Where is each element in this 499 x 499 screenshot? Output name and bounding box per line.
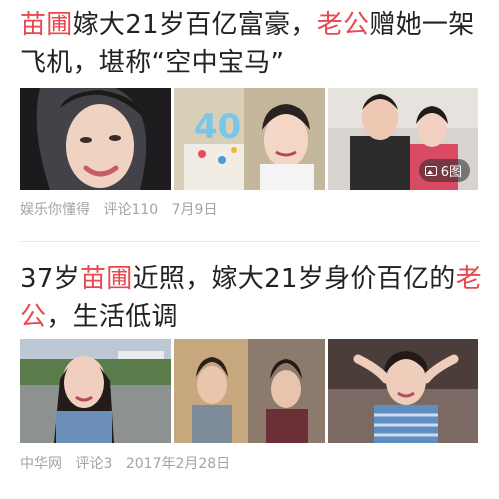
thumbnail-image[interactable] xyxy=(328,339,478,443)
title-part: 近照，嫁大21岁身价百亿的 xyxy=(132,264,456,294)
thumbnail-image[interactable] xyxy=(20,88,171,190)
thumbnail-image[interactable]: 40 xyxy=(174,88,325,190)
article-meta: 中华网 评论3 2017年2月28日 xyxy=(20,454,239,474)
thumbnail-image[interactable] xyxy=(174,339,325,443)
image-count-label: 6图 xyxy=(440,165,462,180)
news-article-1[interactable]: 苗圃嫁大21岁百亿富豪，老公赠她一架飞机，堪称“空中宝马” 40 6图 娱乐你懂… xyxy=(0,0,499,241)
source-name[interactable]: 中华网 xyxy=(20,456,62,472)
news-article-2[interactable]: 37岁苗圃近照，嫁大21岁身价百亿的老公，生活低调 中华网 评论3 2017年2… xyxy=(0,243,499,499)
title-part: 嫁大21岁百亿富豪， xyxy=(72,10,317,40)
publish-date: 2017年2月28日 xyxy=(125,456,231,472)
title-part: 37岁 xyxy=(20,264,80,294)
divider xyxy=(20,241,479,242)
image-icon xyxy=(424,165,437,176)
source-name[interactable]: 娱乐你懂得 xyxy=(20,202,90,218)
comment-count: 评论110 xyxy=(103,202,159,218)
title-part: 老公 xyxy=(316,10,370,40)
publish-date: 7月9日 xyxy=(171,202,218,218)
article-title[interactable]: 37岁苗圃近照，嫁大21岁身价百亿的老公，生活低调 xyxy=(20,260,483,336)
article-meta: 娱乐你懂得 评论110 7月9日 xyxy=(20,200,226,220)
article-title[interactable]: 苗圃嫁大21岁百亿富豪，老公赠她一架飞机，堪称“空中宝马” xyxy=(20,6,483,82)
thumbnail-image[interactable]: 6图 xyxy=(328,88,478,190)
title-part: 苗圃 xyxy=(20,10,73,40)
title-part: ，生活低调 xyxy=(46,302,178,332)
image-count-badge: 6图 xyxy=(418,159,470,182)
title-part: 苗圃 xyxy=(79,264,133,294)
thumbnail-row[interactable] xyxy=(20,339,478,443)
thumbnail-row[interactable]: 40 6图 xyxy=(20,88,478,190)
cake-number: 40 xyxy=(194,107,241,147)
comment-count: 评论3 xyxy=(75,456,113,472)
thumbnail-image[interactable] xyxy=(20,339,171,443)
